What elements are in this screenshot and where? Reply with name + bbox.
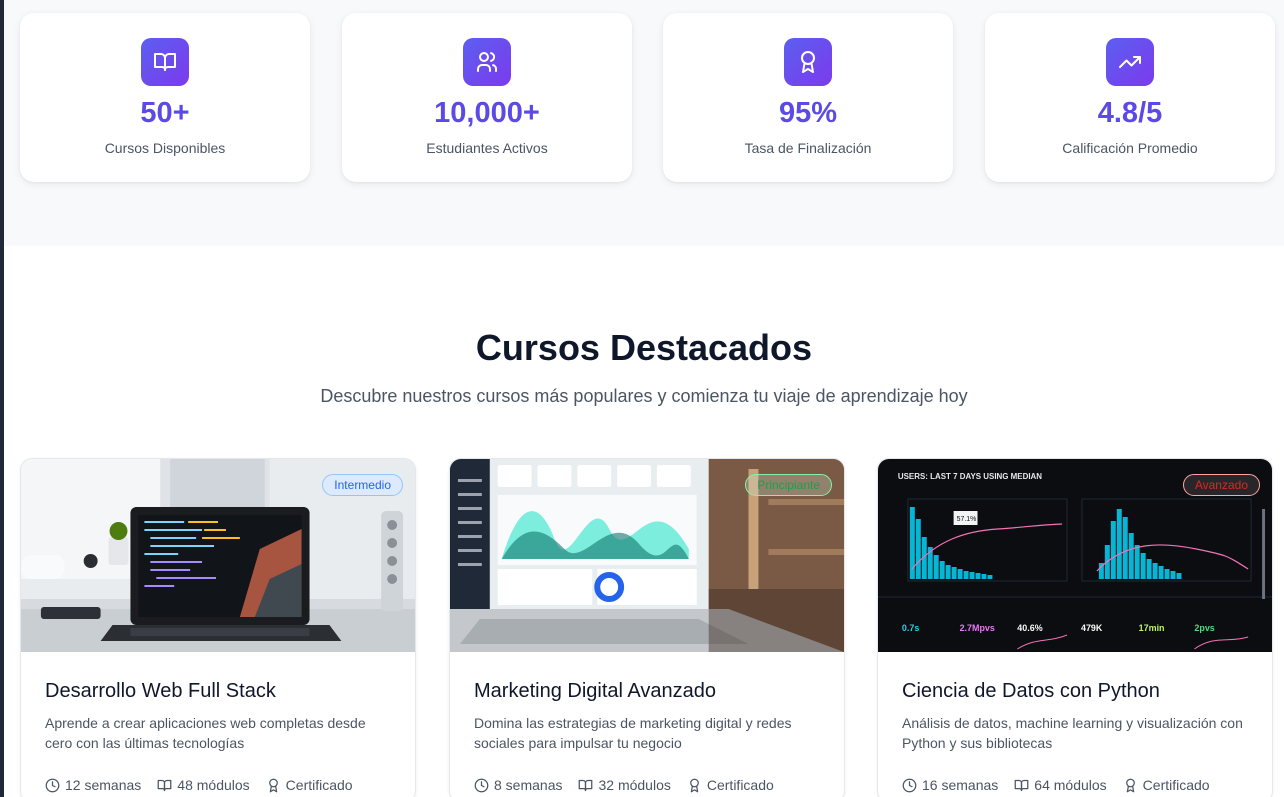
course-image-analytics-laptop: Principiante [450,459,844,652]
meta-certificate: Certificado [266,777,353,793]
kpi-text: 479K [1081,623,1103,633]
stats-section: 50+ Cursos Disponibles 10,000+ Estudiant… [4,0,1284,246]
meta-duration: 8 semanas [474,777,562,793]
course-title[interactable]: Ciencia de Datos con Python [902,678,1248,704]
stat-label: Estudiantes Activos [426,140,548,156]
clock-icon [474,778,489,792]
stat-card-completion: 95% Tasa de Finalización [663,13,953,182]
award-icon [1125,778,1135,792]
course-image-laptop-code: Intermedio [21,459,415,652]
kpi-text: 17min [1139,623,1165,633]
meta-duration: 12 semanas [45,777,141,793]
course-meta: 16 semanas 64 módulos Certificado [902,777,1248,793]
dashboard-header-text: USERS: LAST 7 DAYS USING MEDIAN [898,472,1042,481]
book-open-icon [157,779,172,791]
meta-modules: 32 módulos [578,777,671,793]
stat-card-students: 10,000+ Estudiantes Activos [342,13,632,182]
stat-label: Calificación Promedio [1062,140,1198,156]
duration-text: 12 semanas [65,777,142,793]
award-icon [690,778,699,792]
level-badge: Avanzado [1182,474,1260,496]
modules-text: 48 módulos [177,777,250,793]
stat-value: 10,000+ [434,97,540,129]
trending-up-icon [1106,38,1154,86]
kpi-text: 2pvs [1194,623,1214,633]
stat-label: Cursos Disponibles [104,140,226,156]
duration-text: 8 semanas [494,777,563,793]
clock-icon [45,778,60,792]
kpi-text: 2.7Mpvs [960,623,995,633]
course-meta: 8 semanas 32 módulos Certificado [474,777,820,793]
modules-text: 32 módulos [598,777,671,793]
section-title: Cursos Destacados [475,327,813,368]
duration-text: 16 semanas [922,777,999,793]
course-description: Aprende a crear aplicaciones web complet… [45,715,366,751]
stat-value: 50+ [140,97,190,129]
meta-modules: 48 módulos [157,777,250,793]
level-badge: Intermedio [322,474,403,496]
award-icon [268,778,278,792]
course-description: Análisis de datos, machine learning y vi… [902,715,1243,751]
course-title[interactable]: Desarrollo Web Full Stack [45,678,391,704]
certificate-text: Certificado [1142,777,1210,793]
section-subtitle: Descubre nuestros cursos más populares y… [320,386,968,406]
stat-card-courses: 50+ Cursos Disponibles [20,13,310,182]
stat-value: 4.8/5 [1097,97,1163,129]
certificate-text: Certificado [706,777,774,793]
meta-certificate: Certificado [687,777,774,793]
level-badge: Principiante [745,474,832,496]
course-meta: 12 semanas 48 módulos Certificado [45,777,391,793]
stat-value: 95% [778,97,838,129]
book-open-icon [1014,779,1029,791]
stat-label: Tasa de Finalización [744,140,872,156]
course-card-data-science[interactable]: USERS: LAST 7 DAYS USING MEDIAN 57.1% 0.… [877,458,1273,797]
course-image-dashboard: USERS: LAST 7 DAYS USING MEDIAN 57.1% 0.… [878,459,1272,652]
book-open-icon [579,779,593,791]
meta-certificate: Certificado [1123,777,1210,793]
modules-text: 64 módulos [1034,777,1107,793]
stat-card-rating: 4.8/5 Calificación Promedio [985,13,1275,182]
users-icon [463,38,511,86]
book-open-icon [141,38,189,86]
meta-modules: 64 módulos [1014,777,1107,793]
dashboard-callout-text: 57.1% [957,516,977,523]
meta-duration: 16 semanas [902,777,998,793]
course-title[interactable]: Marketing Digital Avanzado [474,678,820,704]
certificate-text: Certificado [285,777,353,793]
kpi-text: 40.6% [1017,623,1042,633]
award-icon [784,38,832,86]
kpi-text: 0.7s [902,623,919,633]
course-description: Domina las estrategias de marketing digi… [474,715,792,751]
course-card-marketing[interactable]: Principiante Marketing Digital Avanzado … [449,458,845,797]
course-card-web[interactable]: Intermedio Desarrollo Web Full Stack Apr… [20,458,416,797]
clock-icon [902,778,917,792]
